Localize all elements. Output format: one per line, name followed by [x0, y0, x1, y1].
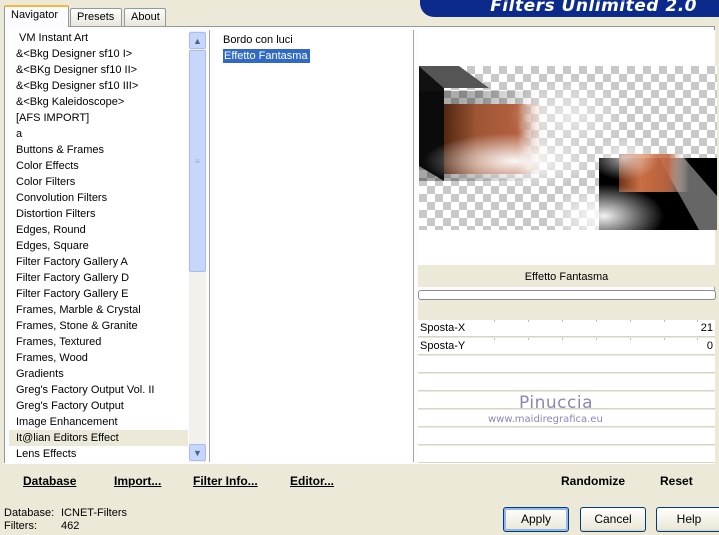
- slider-ticks: [478, 320, 715, 322]
- status-filters-value: 462: [61, 520, 80, 532]
- scroll-down-button[interactable]: ▼: [189, 444, 206, 461]
- chevron-down-icon: ▼: [193, 447, 202, 458]
- tab-label: Navigator: [11, 9, 59, 21]
- param-label: Sposta-X: [420, 322, 466, 334]
- param-slot-empty: [418, 374, 715, 391]
- watermark-name: Pinuccia: [519, 393, 593, 413]
- filter-item-effetto-fantasma[interactable]: Effetto Fantasma: [215, 48, 411, 64]
- param-label: Sposta-Y: [420, 340, 466, 352]
- category-item[interactable]: Edges, Round: [9, 222, 188, 238]
- category-item[interactable]: a: [9, 126, 188, 142]
- status-database-value: ICNET-Filters: [61, 507, 127, 519]
- reset-button[interactable]: Reset: [660, 474, 693, 488]
- category-item[interactable]: &<Bkg Designer sf10 III>: [9, 78, 188, 94]
- category-item[interactable]: Filter Factory Gallery D: [9, 270, 188, 286]
- category-item[interactable]: Convolution Filters: [9, 190, 188, 206]
- param-sposta-y[interactable]: Sposta-Y 0: [418, 338, 715, 355]
- filter-list[interactable]: Bordo con luci Effetto Fantasma: [215, 30, 411, 462]
- title-banner: Filters Unlimited 2.0: [420, 0, 719, 17]
- database-button[interactable]: Database: [23, 474, 76, 488]
- category-item[interactable]: It@lian Editors Effect: [9, 430, 188, 446]
- status-filters-label: Filters:: [4, 520, 37, 532]
- category-item[interactable]: Frames, Stone & Granite: [9, 318, 188, 334]
- editor-button[interactable]: Editor...: [290, 474, 334, 488]
- param-value: 21: [700, 322, 713, 334]
- grip-icon: ≡: [195, 156, 200, 166]
- category-item[interactable]: Edges, Square: [9, 238, 188, 254]
- category-item[interactable]: Greg's Factory Output: [9, 398, 188, 414]
- category-scrollbar[interactable]: ▲ ≡ ▼: [189, 31, 206, 462]
- category-list[interactable]: VM Instant Art &<Bkg Designer sf10 I> &<BK…: [9, 30, 188, 462]
- category-item[interactable]: VM Instant Art: [9, 30, 188, 46]
- param-value: 0: [706, 340, 713, 352]
- randomize-button[interactable]: Randomize: [561, 474, 625, 488]
- category-item[interactable]: Buttons & Frames: [9, 142, 188, 158]
- scroll-up-button[interactable]: ▲: [189, 32, 206, 49]
- category-item[interactable]: &<Bkg Designer sf10 I>: [9, 46, 188, 62]
- chevron-up-icon: ▲: [193, 35, 202, 46]
- category-item[interactable]: Image Enhancement: [9, 414, 188, 430]
- bottom-toolbar: Database Import... Filter Info... Editor…: [4, 463, 715, 493]
- category-item[interactable]: Color Effects: [9, 158, 188, 174]
- filter-info-button[interactable]: Filter Info...: [193, 474, 258, 488]
- category-item[interactable]: Greg's Factory Output Vol. II: [9, 382, 188, 398]
- category-item[interactable]: Frames, Wood: [9, 350, 188, 366]
- tab-label: About: [131, 11, 160, 23]
- category-item[interactable]: Frames, Textured: [9, 334, 188, 350]
- list-divider: [209, 30, 210, 462]
- param-sposta-x[interactable]: Sposta-X 21: [418, 320, 715, 337]
- import-button[interactable]: Import...: [114, 474, 161, 488]
- effect-name-label: Effetto Fantasma: [418, 265, 715, 287]
- param-slot-empty: [418, 356, 715, 373]
- filter-label: Bordo con luci: [223, 34, 293, 46]
- effect-preview-image: [419, 66, 717, 230]
- category-item[interactable]: Filter Factory Gallery A: [9, 254, 188, 270]
- tab-navigator[interactable]: Navigator: [4, 5, 69, 27]
- category-item[interactable]: Distortion Filters: [9, 206, 188, 222]
- scroll-thumb[interactable]: ≡: [189, 50, 206, 272]
- progress-bar: [418, 290, 716, 300]
- filter-item-bordo-con-luci[interactable]: Bordo con luci: [215, 32, 411, 48]
- filter-label: Effetto Fantasma: [223, 49, 310, 63]
- param-slot-empty: [418, 446, 715, 463]
- cancel-button[interactable]: Cancel: [580, 507, 646, 532]
- category-item[interactable]: Gradients: [9, 366, 188, 382]
- help-button[interactable]: Help: [656, 507, 719, 532]
- watermark-url: www.maidiregrafica.eu: [488, 414, 603, 425]
- status-database-label: Database:: [4, 507, 55, 519]
- status-info: Database: ICNET-Filters Filters: 462: [4, 507, 127, 533]
- tab-about[interactable]: About: [124, 8, 166, 26]
- category-item[interactable]: Filter Factory Gallery E: [9, 286, 188, 302]
- slider-ticks: [478, 338, 715, 340]
- category-item[interactable]: Frames, Marble & Crystal: [9, 302, 188, 318]
- apply-button[interactable]: Apply: [503, 507, 569, 532]
- category-item[interactable]: &<BKg Designer sf10 II>: [9, 62, 188, 78]
- param-slot-empty: [418, 428, 715, 445]
- category-item[interactable]: [AFS IMPORT]: [9, 110, 188, 126]
- app-title: Filters Unlimited 2.0: [490, 0, 697, 16]
- tab-presets[interactable]: Presets: [70, 8, 122, 26]
- category-item[interactable]: Lens Effects: [9, 446, 188, 462]
- category-item[interactable]: &<Bkg Kaleidoscope>: [9, 94, 188, 110]
- tab-label: Presets: [77, 11, 115, 23]
- category-item[interactable]: Color Filters: [9, 174, 188, 190]
- preview-divider: [413, 30, 414, 462]
